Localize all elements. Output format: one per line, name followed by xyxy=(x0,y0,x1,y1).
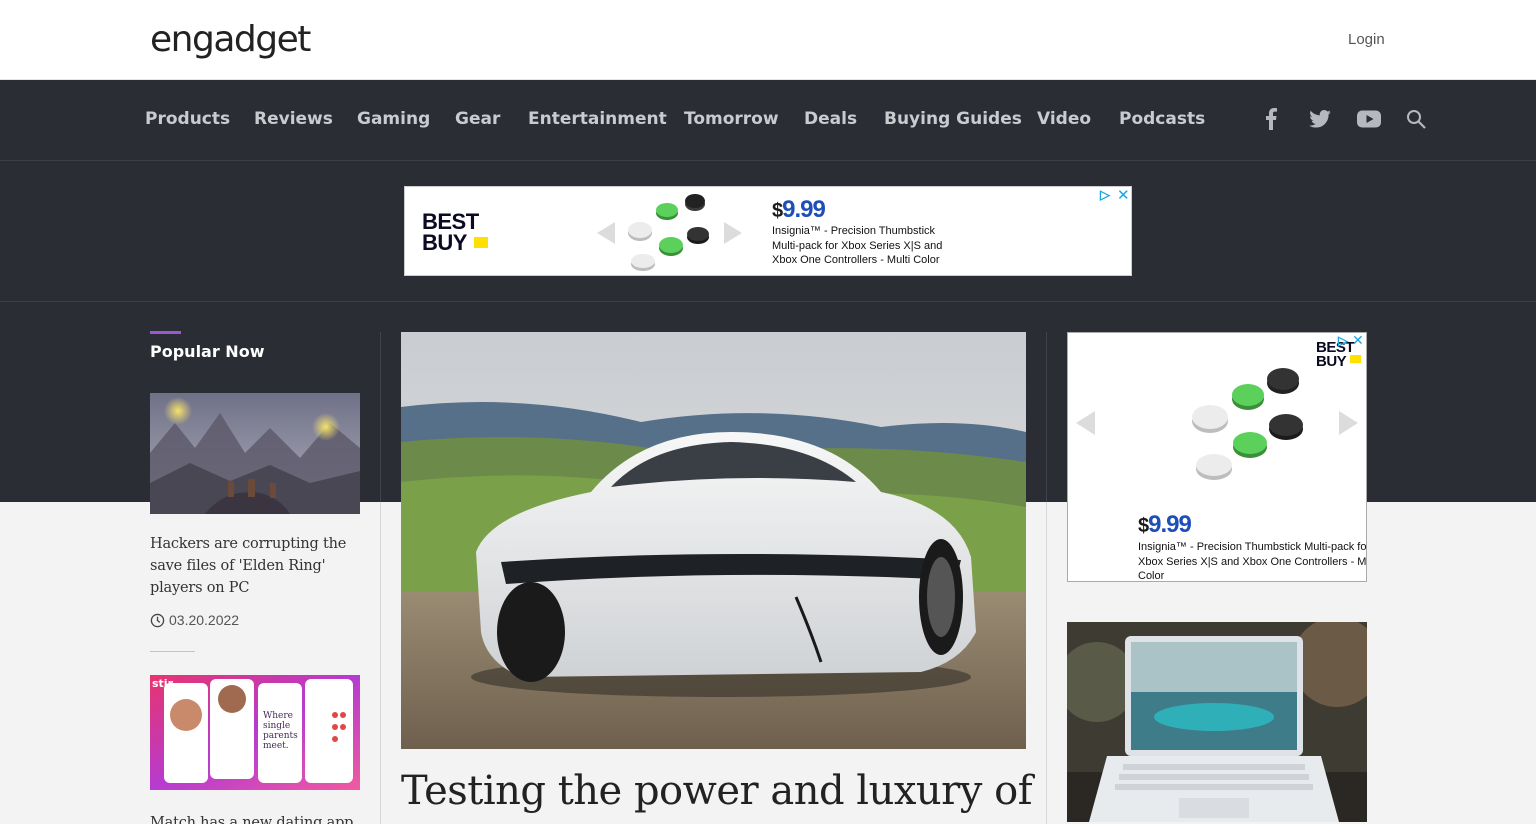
stir-brand-label: stir xyxy=(152,677,174,690)
ad-price: $9.99 xyxy=(772,196,826,223)
nav-podcasts[interactable]: Podcasts xyxy=(1119,108,1205,130)
carousel-next-icon[interactable] xyxy=(1339,411,1358,435)
youtube-icon[interactable] xyxy=(1356,106,1382,132)
facebook-icon[interactable] xyxy=(1258,106,1284,132)
hero-article-title[interactable]: Testing the power and luxury of xyxy=(401,768,1033,814)
ad-description: Insignia™ - Precision Thumbstick Multi-p… xyxy=(1138,541,1367,582)
column-divider-right-light xyxy=(1046,502,1047,824)
popular-article-title[interactable]: Hackers are corrupting the save files of… xyxy=(150,533,360,599)
bestbuy-side-ad[interactable]: BEST BUY ▷ ✕ $9.99 Insignia™ - Precision… xyxy=(1067,332,1367,582)
carousel-next-icon[interactable] xyxy=(724,222,742,244)
nav-gear[interactable]: Gear xyxy=(455,108,500,130)
login-link[interactable]: Login xyxy=(1348,31,1385,48)
ad-close-icon[interactable]: ✕ xyxy=(1352,333,1364,349)
twitter-icon[interactable] xyxy=(1307,106,1333,132)
bestbuy-banner-ad[interactable]: BEST BUY $9.99 Insignia™ - Precision Thu… xyxy=(404,186,1132,276)
bestbuy-tag-icon xyxy=(474,237,488,248)
nav-products[interactable]: Products xyxy=(145,108,230,130)
nav-video[interactable]: Video xyxy=(1037,108,1091,130)
search-icon[interactable] xyxy=(1403,106,1429,132)
elden-ring-thumbnail[interactable] xyxy=(150,393,360,514)
adchoices-icon[interactable]: ▷ xyxy=(1338,333,1348,349)
clock-icon xyxy=(150,613,165,627)
laptop-article-thumbnail[interactable] xyxy=(1067,622,1367,822)
engadget-logo[interactable]: engadget xyxy=(150,20,311,60)
bestbuy-tag-icon xyxy=(1350,355,1361,363)
stir-app-thumbnail[interactable]: stir Where single parents meet. xyxy=(150,675,360,790)
nav-reviews[interactable]: Reviews xyxy=(254,108,333,130)
article-separator xyxy=(150,651,195,652)
article-date: 03.20.2022 xyxy=(150,612,239,628)
ad-price: $9.99 xyxy=(1138,511,1192,538)
adchoices-icon[interactable]: ▷ xyxy=(1100,187,1110,203)
popular-article-title-2[interactable]: Match has a new dating app xyxy=(150,812,360,824)
bestbuy-logo: BEST BUY xyxy=(1316,339,1355,371)
nav-deals[interactable]: Deals xyxy=(804,108,857,130)
popular-accent-bar xyxy=(150,331,181,334)
ad-close-icon[interactable]: ✕ xyxy=(1117,186,1130,204)
top-header: engadget Login xyxy=(0,0,1536,80)
popular-now-heading: Popular Now xyxy=(150,342,265,361)
hero-car-image[interactable] xyxy=(401,332,1026,749)
ad-description: Insignia™ - Precision Thumbstick Multi-p… xyxy=(772,225,943,266)
nav-entertainment[interactable]: Entertainment xyxy=(528,108,667,130)
thumbstick-product-image xyxy=(1192,368,1303,480)
carousel-prev-icon[interactable] xyxy=(1076,411,1095,435)
column-divider-right-dark xyxy=(1046,332,1047,502)
nav-buying-guides[interactable]: Buying Guides xyxy=(884,108,1022,130)
thumbstick-product-image xyxy=(628,194,709,271)
nav-tomorrow[interactable]: Tomorrow xyxy=(684,108,779,130)
nav-gaming[interactable]: Gaming xyxy=(357,108,430,130)
bestbuy-logo: BEST BUY xyxy=(422,209,479,255)
column-divider-left-light xyxy=(380,502,381,824)
carousel-prev-icon[interactable] xyxy=(597,222,615,244)
stir-phone-text: Where single parents meet. xyxy=(263,711,298,751)
column-divider-left-dark xyxy=(380,332,381,502)
